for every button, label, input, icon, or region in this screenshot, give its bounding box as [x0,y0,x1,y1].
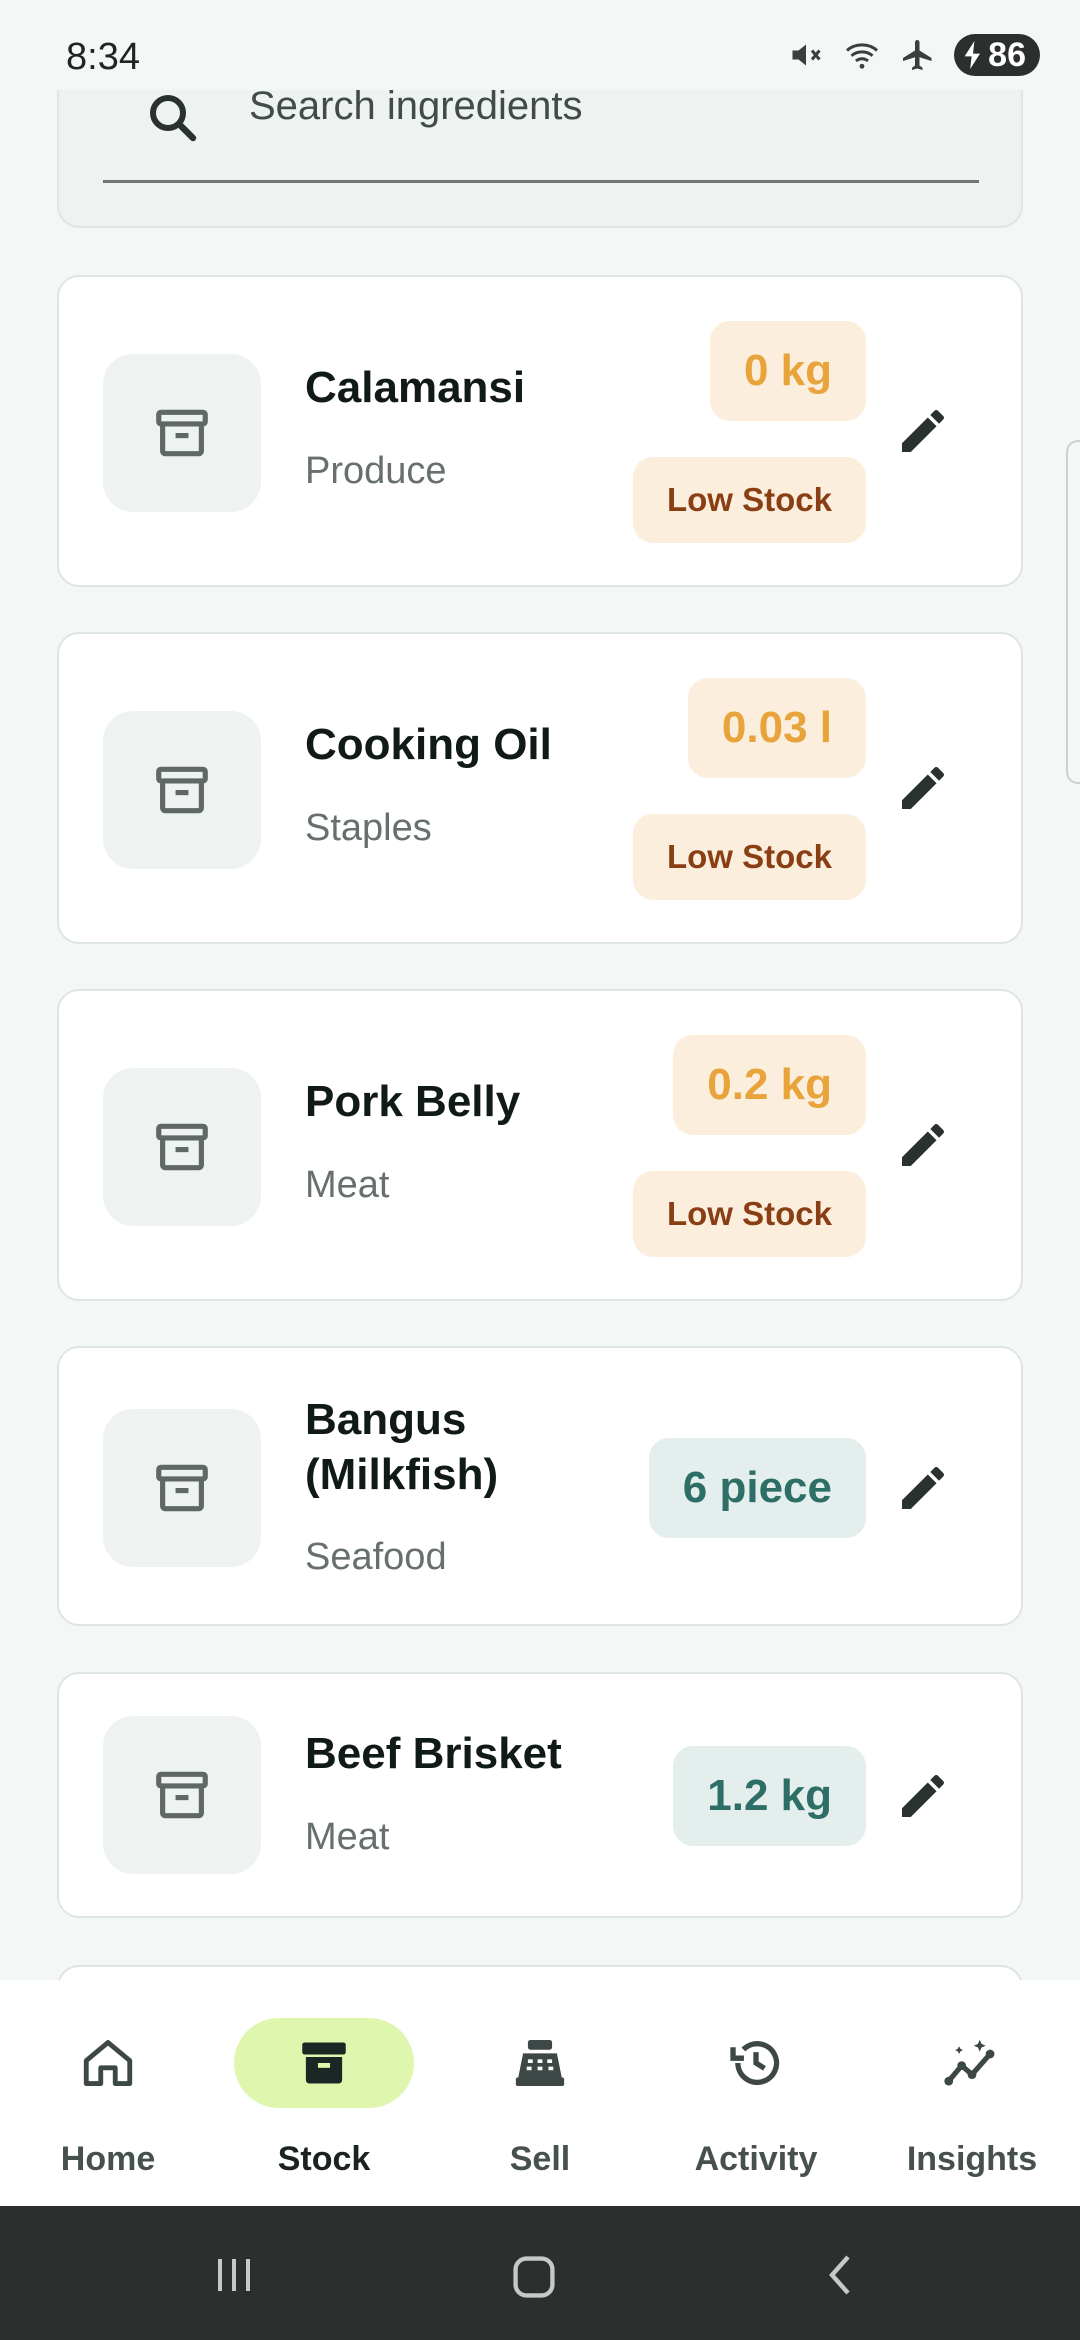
archive-icon [302,2042,346,2084]
nav-home[interactable]: Home [0,1980,216,2206]
status-bar: 8:34 86 [0,0,1080,90]
search-underline [103,180,979,183]
ingredient-name: Calamansi [305,363,526,412]
archive-icon [156,1464,208,1512]
recent-apps-icon[interactable] [210,2251,258,2299]
home-icon [83,2040,133,2086]
nav-icon-container [882,2018,1062,2108]
ingredient-card-calamansi[interactable]: Calamansi Produce 0 kg Low Stock [57,275,1023,587]
bottom-navigation: Home Stock Sell Activity Insights [0,1980,1080,2206]
wifi-icon [846,43,879,69]
nav-stock[interactable]: Stock [216,1980,432,2206]
edit-button[interactable] [893,758,953,818]
nav-activity[interactable]: Activity [648,1980,864,2206]
pencil-icon [902,409,945,452]
battery-indicator: 86 [954,34,1040,76]
pencil-icon [902,766,945,809]
ingredient-thumbnail [103,711,261,869]
battery-level: 86 [988,35,1026,74]
archive-icon [156,1771,208,1819]
edit-button[interactable] [893,1115,953,1175]
ingredient-thumbnail [103,1716,261,1874]
ingredient-name: Beef Brisket [305,1729,562,1778]
charging-icon [964,41,981,69]
ingredient-thumbnail [103,1409,261,1567]
search-icon [150,95,197,142]
ingredient-category: Seafood [305,1536,447,1578]
nav-icon-container [234,2018,414,2108]
mute-icon [792,44,821,66]
nav-icon-container [666,2018,846,2108]
ingredient-name: Cooking Oil [305,720,552,769]
ingredient-category: Meat [305,1816,390,1858]
ingredient-name: Bangus (Milkfish) [305,1395,499,1499]
quantity-chip: 1.2 kg [673,1746,866,1846]
insights-icon [944,2039,995,2086]
pencil-icon [902,1774,945,1817]
nav-label: Sell [509,2140,571,2178]
ingredient-card-cooking-oil[interactable]: Cooking Oil Staples 0.03 l Low Stock [57,632,1023,944]
nav-insights[interactable]: Insights [864,1980,1080,2206]
ingredient-name: Pork Belly [305,1077,521,1126]
ingredient-card-pork-belly[interactable]: Pork Belly Meat 0.2 kg Low Stock [57,989,1023,1301]
ingredient-category: Staples [305,807,432,849]
low-stock-badge: Low Stock [632,814,866,900]
history-icon [730,2041,780,2085]
quantity-chip: 0 kg [709,321,866,421]
airplane-icon [903,40,932,70]
ingredient-thumbnail [103,354,261,512]
archive-icon [156,766,208,814]
quantity-chip: 0.03 l [687,678,866,778]
nav-icon-container [450,2018,630,2108]
ingredient-thumbnail [103,1068,261,1226]
ingredient-category: Produce [305,450,447,492]
edit-button[interactable] [893,1766,953,1826]
status-time: 8:34 [66,36,140,78]
pencil-icon [902,1466,945,1509]
ingredient-card-bangus[interactable]: Bangus (Milkfish) Seafood 6 piece [57,1346,1023,1626]
nav-icon-container [18,2018,198,2108]
archive-icon [156,409,208,457]
nav-label: Stock [277,2140,371,2178]
back-icon[interactable] [816,2251,864,2299]
ingredient-card-beef-brisket[interactable]: Beef Brisket Meat 1.2 kg [57,1672,1023,1918]
edit-button[interactable] [893,401,953,461]
cash-register-icon [515,2040,565,2086]
quantity-chip: 6 piece [648,1438,866,1538]
ingredient-category: Meat [305,1164,390,1206]
system-navigation-bar [0,2206,1080,2340]
scroll-handle[interactable] [1066,440,1080,784]
nav-sell[interactable]: Sell [432,1980,648,2206]
nav-label: Activity [694,2140,818,2178]
nav-label: Home [60,2140,156,2178]
quantity-chip: 0.2 kg [673,1035,866,1135]
low-stock-badge: Low Stock [632,457,866,543]
low-stock-badge: Low Stock [632,1171,866,1257]
edit-button[interactable] [893,1458,953,1518]
pencil-icon [902,1123,945,1166]
nav-label: Insights [906,2140,1038,2178]
status-icons: 86 [788,34,1040,76]
archive-icon [156,1123,208,1171]
home-button-icon[interactable] [508,2251,560,2303]
